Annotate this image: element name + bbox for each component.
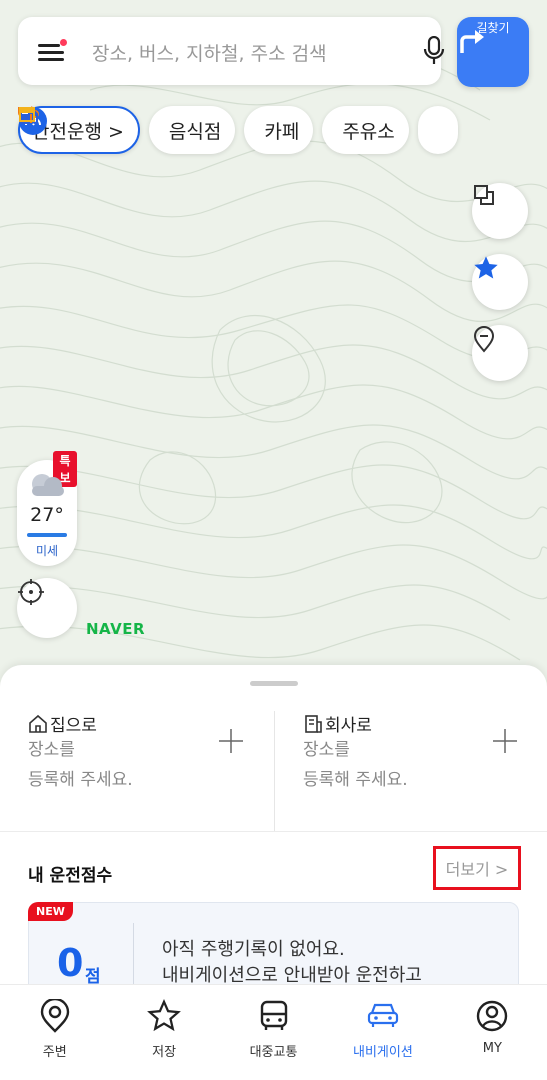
- score-value: 0: [57, 941, 84, 985]
- sheet-drag-handle[interactable]: [250, 681, 298, 686]
- tab-label: 주변: [42, 1045, 67, 1060]
- location-pin-icon: [473, 326, 495, 353]
- dust-label: 미세: [35, 544, 59, 558]
- layers-icon: [474, 185, 494, 205]
- chip-label: 카페: [264, 120, 300, 143]
- new-badge: NEW: [28, 902, 73, 921]
- add-home-icon[interactable]: [217, 727, 245, 755]
- more-button[interactable]: 더보기 >: [433, 846, 521, 890]
- chip-more-category[interactable]: [19, 106, 458, 154]
- driving-score-title: 내 운전점수: [28, 866, 113, 886]
- directions-button[interactable]: 길찾기: [457, 17, 529, 87]
- tab-navigation[interactable]: 내비게이션: [328, 985, 437, 1080]
- chip-restaurant[interactable]: 음식점: [18, 106, 236, 154]
- naver-logo: NAVER: [86, 620, 146, 638]
- crosshair-icon: [18, 579, 44, 605]
- map-view[interactable]: 장소, 버스, 지하철, 주소 검색 길찾기 안전운행 > 음식점 카페 주유소: [0, 0, 547, 700]
- office-icon: [305, 714, 322, 733]
- weather-widget[interactable]: 특보 27° 미세: [17, 451, 77, 566]
- nearby-pin-icon: [40, 999, 69, 1033]
- tab-my[interactable]: MY: [438, 985, 547, 1080]
- profile-icon: [477, 1000, 508, 1032]
- topographic-map: [0, 53, 547, 661]
- car-icon: [367, 1003, 399, 1027]
- score-message-line1: 아직 주행기록이 없어요.: [162, 939, 345, 960]
- work-desc-line1: 장소를: [303, 740, 350, 760]
- home-place[interactable]: 집으로 장소를 등록해 주세요.: [0, 711, 273, 831]
- chip-cafe[interactable]: 카페: [20, 106, 314, 154]
- favorites-button[interactable]: [472, 254, 528, 310]
- add-work-icon[interactable]: [491, 727, 519, 755]
- tab-nearby[interactable]: 주변: [0, 985, 109, 1080]
- temperature: 27°: [30, 504, 64, 526]
- chip-gas-station[interactable]: 주유소: [20, 106, 409, 154]
- layers-button[interactable]: [472, 183, 528, 239]
- bus-icon: [260, 1000, 287, 1030]
- menu-icon[interactable]: [38, 39, 67, 62]
- home-desc-line1: 장소를: [28, 740, 75, 760]
- more-label: 더보기 >: [445, 860, 509, 879]
- chip-label: 주유소: [342, 120, 395, 143]
- work-title: 회사로: [325, 716, 372, 736]
- cloud-icon: [32, 474, 64, 496]
- tab-label: 내비게이션: [353, 1045, 413, 1060]
- tab-label: 대중교통: [249, 1045, 298, 1060]
- dust-level-bar: [27, 533, 67, 537]
- search-input[interactable]: 장소, 버스, 지하철, 주소 검색: [92, 39, 327, 66]
- work-place[interactable]: 회사로 장소를 등록해 주세요.: [274, 711, 547, 831]
- category-chips: 안전운행 > 음식점 카페 주유소: [18, 106, 458, 154]
- turn-arrow-icon: [460, 30, 484, 53]
- search-bar[interactable]: 장소, 버스, 지하철, 주소 검색: [18, 17, 445, 85]
- score-separator: [133, 923, 134, 993]
- bottom-tab-bar: 주변 저장 대중교통 내비게이션 MY: [0, 984, 547, 1080]
- star-icon: [474, 256, 498, 279]
- tab-label: 저장: [152, 1045, 177, 1060]
- home-title: 집으로: [50, 716, 97, 736]
- current-location-button[interactable]: [17, 578, 77, 638]
- tab-transit[interactable]: 대중교통: [219, 985, 328, 1080]
- chip-label: 음식점: [168, 120, 222, 143]
- home-icon: [29, 714, 47, 733]
- tab-saved[interactable]: 저장: [109, 985, 218, 1080]
- tab-label: MY: [482, 1041, 502, 1056]
- section-divider: [0, 831, 547, 832]
- location-pin-button[interactable]: [472, 325, 528, 381]
- home-desc-line2: 등록해 주세요.: [28, 770, 133, 790]
- work-desc-line2: 등록해 주세요.: [303, 770, 408, 790]
- star-outline-icon: [147, 999, 182, 1032]
- notification-dot: [60, 39, 67, 46]
